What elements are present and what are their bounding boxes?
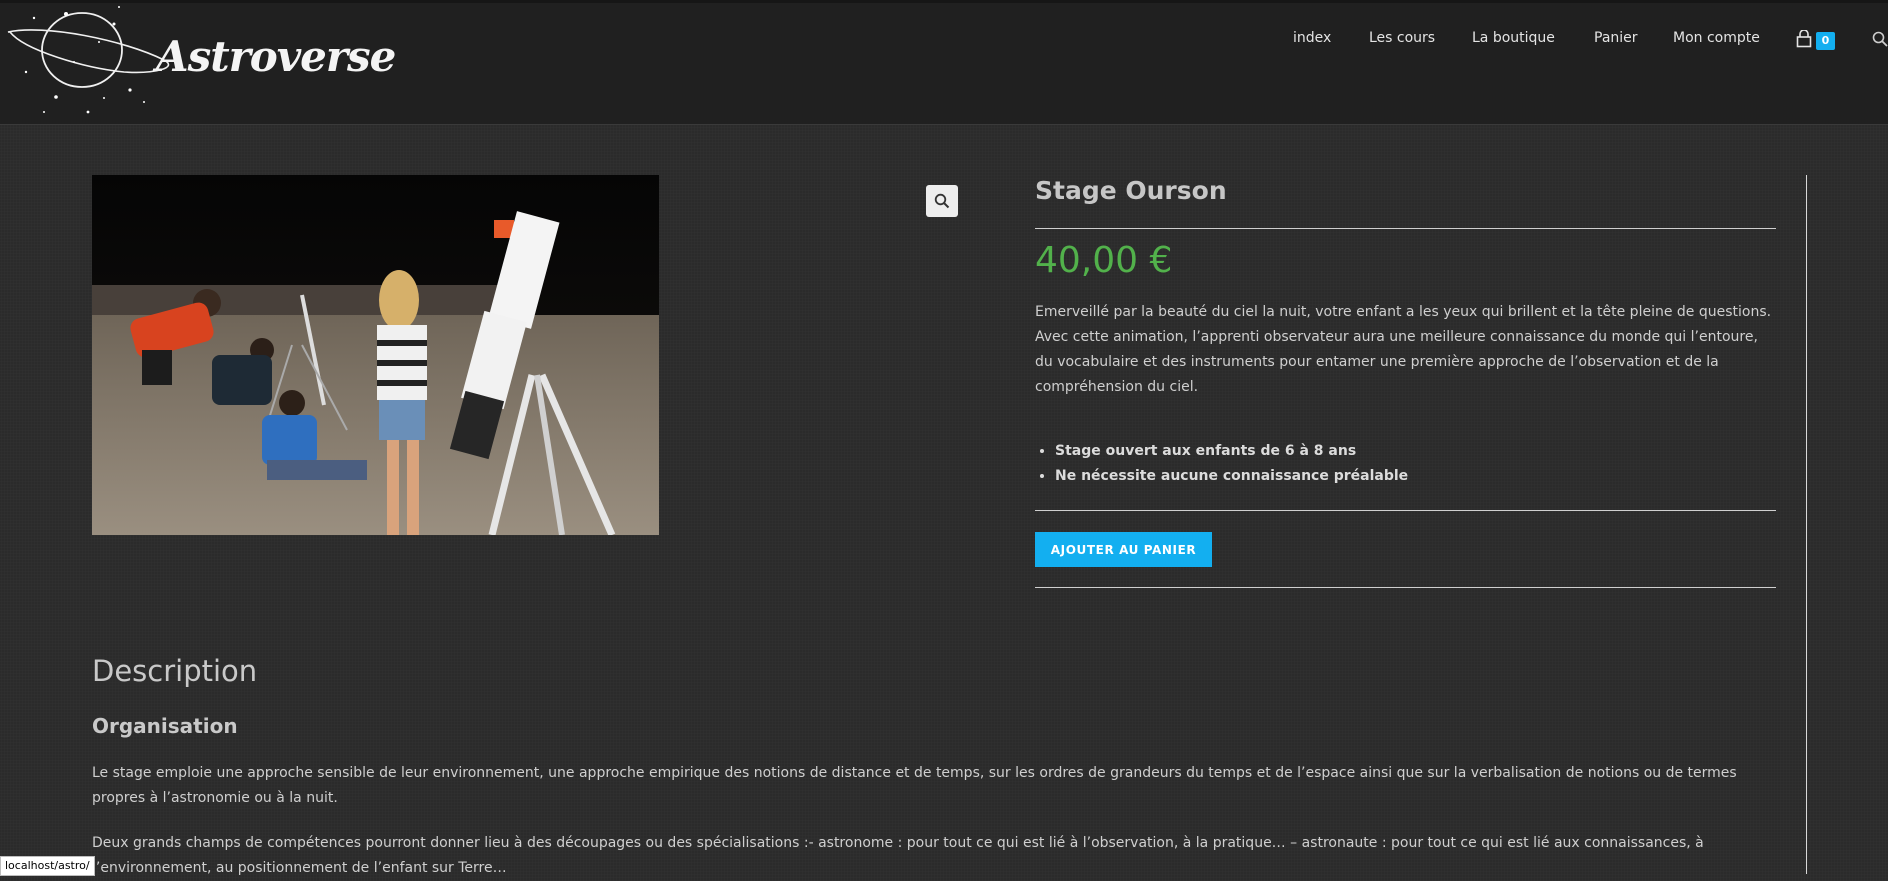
site-header: Astroverse index Les cours La boutique P… [0,0,1888,125]
status-bar-url: localhost/astro/ [0,856,95,876]
feature-item: Stage ouvert aux enfants de 6 à 8 ans [1055,439,1795,464]
feature-item: Ne nécessite aucune connaissance préalab… [1055,464,1795,489]
zoom-icon [934,193,950,209]
product-image[interactable] [92,175,659,537]
nav-item-mon-compte[interactable]: Mon compte [1673,30,1760,46]
search-icon[interactable] [1872,31,1888,47]
nav-item-panier[interactable]: Panier [1594,30,1638,46]
zoom-button[interactable] [926,185,958,217]
telescope-photo [92,175,659,537]
product-title: Stage Ourson [1035,176,1227,205]
site-name: Astroverse [156,32,396,81]
description-paragraph: Le stage emploie une approche sensible d… [92,765,1737,806]
cart-count-badge[interactable]: 0 [1816,32,1835,50]
divider [1035,510,1776,511]
product-short-description: Emerveillé par la beauté du ciel la nuit… [1035,304,1772,395]
description-heading: Description [92,654,258,688]
product-features-list: Stage ouvert aux enfants de 6 à 8 ans Ne… [1035,439,1795,489]
vertical-divider [1806,175,1807,874]
add-to-cart-button[interactable]: AJOUTER AU PANIER [1035,532,1212,567]
divider [1035,587,1776,588]
nav-item-index[interactable]: index [1293,30,1331,46]
organisation-heading: Organisation [92,714,238,738]
nav-item-la-boutique[interactable]: La boutique [1472,30,1555,46]
product-price: 40,00 € [1035,240,1173,281]
nav-item-les-cours[interactable]: Les cours [1369,30,1435,46]
divider [1035,228,1776,229]
cart-icon[interactable] [1796,30,1812,48]
site-logo[interactable]: Astroverse [4,2,396,124]
